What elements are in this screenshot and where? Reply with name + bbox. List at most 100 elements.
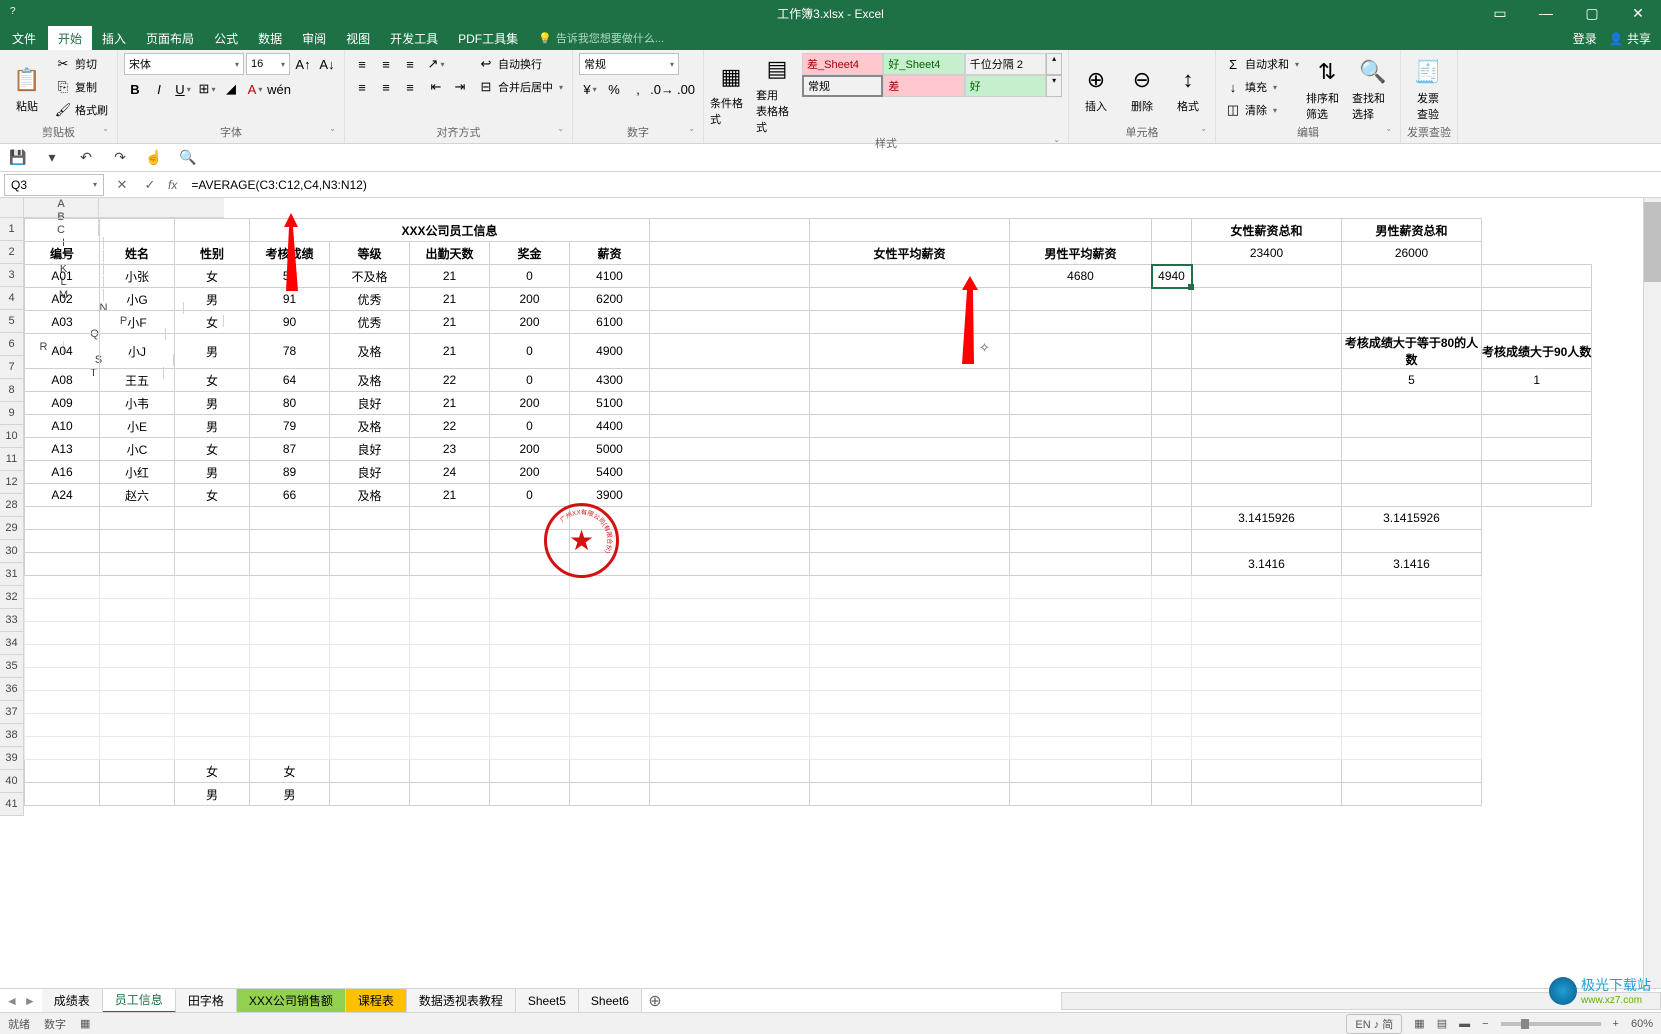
align-top-icon[interactable]: ≡: [351, 53, 373, 75]
style-bad2[interactable]: 差: [883, 75, 964, 97]
align-center-icon[interactable]: ≡: [375, 76, 397, 98]
increase-font-icon[interactable]: A↑: [292, 53, 314, 75]
ribbon-options-icon[interactable]: ▭: [1477, 0, 1523, 26]
minimize-icon[interactable]: ―: [1523, 0, 1569, 26]
find-select-button[interactable]: 🔍查找和选择: [1352, 53, 1394, 124]
file-tab[interactable]: 文件: [0, 26, 48, 50]
underline-icon[interactable]: U▾: [172, 78, 194, 100]
style-comma[interactable]: 千位分隔 2: [965, 53, 1046, 75]
help-icon[interactable]: ?: [10, 6, 24, 20]
view-layout-icon[interactable]: ▤: [1437, 1017, 1447, 1030]
enter-formula-icon[interactable]: ✓: [140, 175, 160, 195]
tab-developer[interactable]: 开发工具: [380, 26, 448, 50]
formula-input[interactable]: [185, 174, 1661, 196]
style-normal[interactable]: 常规: [802, 75, 883, 97]
tab-insert[interactable]: 插入: [92, 26, 136, 50]
row-headers[interactable]: 1234567891011122829303132333435363738394…: [0, 218, 24, 816]
indent-inc-icon[interactable]: ⇥: [449, 76, 471, 98]
view-break-icon[interactable]: ▬: [1459, 1018, 1470, 1030]
tab-review[interactable]: 审阅: [292, 26, 336, 50]
clear-button[interactable]: ◫清除▾: [1222, 99, 1302, 121]
fill-button[interactable]: ↓填充▾: [1222, 76, 1302, 98]
tab-pdf[interactable]: PDF工具集: [448, 26, 528, 50]
format-table-button[interactable]: ▤套用 表格格式: [756, 53, 798, 135]
align-right-icon[interactable]: ≡: [399, 76, 421, 98]
align-bottom-icon[interactable]: ≡: [399, 53, 421, 75]
gallery-up-icon[interactable]: ▴: [1047, 54, 1061, 74]
tab-home[interactable]: 开始: [48, 26, 92, 50]
select-all-corner[interactable]: [0, 198, 24, 218]
sheet-tab[interactable]: Sheet5: [516, 989, 579, 1013]
tab-view[interactable]: 视图: [336, 26, 380, 50]
view-normal-icon[interactable]: ▦: [1414, 1017, 1424, 1030]
name-box[interactable]: Q3▾: [4, 174, 104, 196]
sheet-tab[interactable]: XXX公司销售额: [237, 989, 346, 1013]
tab-formulas[interactable]: 公式: [204, 26, 248, 50]
italic-icon[interactable]: I: [148, 78, 170, 100]
format-painter-button[interactable]: 🖌格式刷: [52, 99, 111, 121]
border-icon[interactable]: ⊞▾: [196, 78, 218, 100]
format-cells-button[interactable]: ↕格式: [1167, 53, 1209, 124]
zoom-in-icon[interactable]: +: [1613, 1018, 1619, 1030]
paste-button[interactable]: 📋 粘贴: [6, 53, 48, 124]
ime-indicator[interactable]: EN ♪ 简: [1346, 1014, 1402, 1034]
login-link[interactable]: 登录: [1573, 30, 1597, 47]
decrease-font-icon[interactable]: A↓: [316, 53, 338, 75]
column-headers[interactable]: ABCIJKLMNPQRST: [24, 198, 224, 218]
sheet-tab[interactable]: 成绩表: [42, 989, 103, 1013]
comma-icon[interactable]: ,: [627, 78, 649, 100]
indent-dec-icon[interactable]: ⇤: [425, 76, 447, 98]
tab-layout[interactable]: 页面布局: [136, 26, 204, 50]
sheet-tab[interactable]: 数据透视表教程: [407, 989, 516, 1013]
maximize-icon[interactable]: ▢: [1569, 0, 1615, 26]
share-button[interactable]: 👤 共享: [1609, 30, 1651, 47]
spreadsheet-table[interactable]: XXX公司员工信息女性薪资总和男性薪资总和编号姓名性别考核成绩等级出勤天数奖金薪…: [24, 218, 1592, 806]
percent-icon[interactable]: %: [603, 78, 625, 100]
bold-icon[interactable]: B: [124, 78, 146, 100]
cut-button[interactable]: ✂剪切: [52, 53, 111, 75]
phonetic-icon[interactable]: wén: [268, 78, 290, 100]
zoom-level[interactable]: 60%: [1631, 1018, 1653, 1030]
font-name-select[interactable]: 宋体▾: [124, 53, 244, 75]
currency-icon[interactable]: ¥▾: [579, 78, 601, 100]
invoice-button[interactable]: 🧾发票 查验: [1407, 53, 1449, 124]
orientation-icon[interactable]: ↗▾: [425, 53, 447, 75]
sheet-tab[interactable]: 课程表: [346, 989, 407, 1013]
autosum-button[interactable]: Σ自动求和▾: [1222, 53, 1302, 75]
zoom-slider[interactable]: [1501, 1022, 1601, 1026]
dec-decimal-icon[interactable]: .00: [675, 78, 697, 100]
vertical-scrollbar[interactable]: [1643, 198, 1661, 988]
delete-cells-button[interactable]: ⊖删除: [1121, 53, 1163, 124]
insert-cells-button[interactable]: ⊕插入: [1075, 53, 1117, 124]
conditional-format-button[interactable]: ▦条件格式: [710, 53, 752, 135]
align-middle-icon[interactable]: ≡: [375, 53, 397, 75]
save-icon[interactable]: 💾: [8, 148, 28, 168]
tab-data[interactable]: 数据: [248, 26, 292, 50]
font-color-icon[interactable]: A▾: [244, 78, 266, 100]
inc-decimal-icon[interactable]: .0→: [651, 78, 673, 100]
align-left-icon[interactable]: ≡: [351, 76, 373, 98]
sheet-tab[interactable]: Sheet6: [579, 989, 642, 1013]
fill-color-icon[interactable]: ◢: [220, 78, 242, 100]
sheet-nav-next-icon[interactable]: ►: [24, 994, 36, 1008]
redo-icon[interactable]: ↷: [110, 148, 130, 168]
copy-button[interactable]: ⎘复制: [52, 76, 111, 98]
tellme-search[interactable]: 💡 告诉我您想要做什么...: [538, 26, 664, 50]
undo-icon[interactable]: ↶: [76, 148, 96, 168]
zoom-out-icon[interactable]: −: [1482, 1018, 1488, 1030]
qat-dd-icon[interactable]: ▾: [42, 148, 62, 168]
sheet-nav-prev-icon[interactable]: ◄: [6, 994, 18, 1008]
font-size-select[interactable]: 16▾: [246, 53, 290, 75]
style-good[interactable]: 好_Sheet4: [883, 53, 964, 75]
macro-record-icon[interactable]: ▦: [80, 1017, 90, 1030]
merge-center-button[interactable]: ⊟合并后居中▾: [475, 76, 566, 98]
sheet-tab[interactable]: 员工信息: [103, 989, 176, 1013]
fx-icon[interactable]: fx: [168, 178, 177, 192]
sheet-tab[interactable]: 田字格: [176, 989, 237, 1013]
wrap-text-button[interactable]: ↩自动换行: [475, 53, 566, 75]
style-bad[interactable]: 差_Sheet4: [802, 53, 883, 75]
gallery-more-icon[interactable]: ▾: [1047, 76, 1061, 96]
sort-filter-button[interactable]: ⇅排序和筛选: [1306, 53, 1348, 124]
close-icon[interactable]: ✕: [1615, 0, 1661, 26]
style-good2[interactable]: 好: [965, 75, 1046, 97]
